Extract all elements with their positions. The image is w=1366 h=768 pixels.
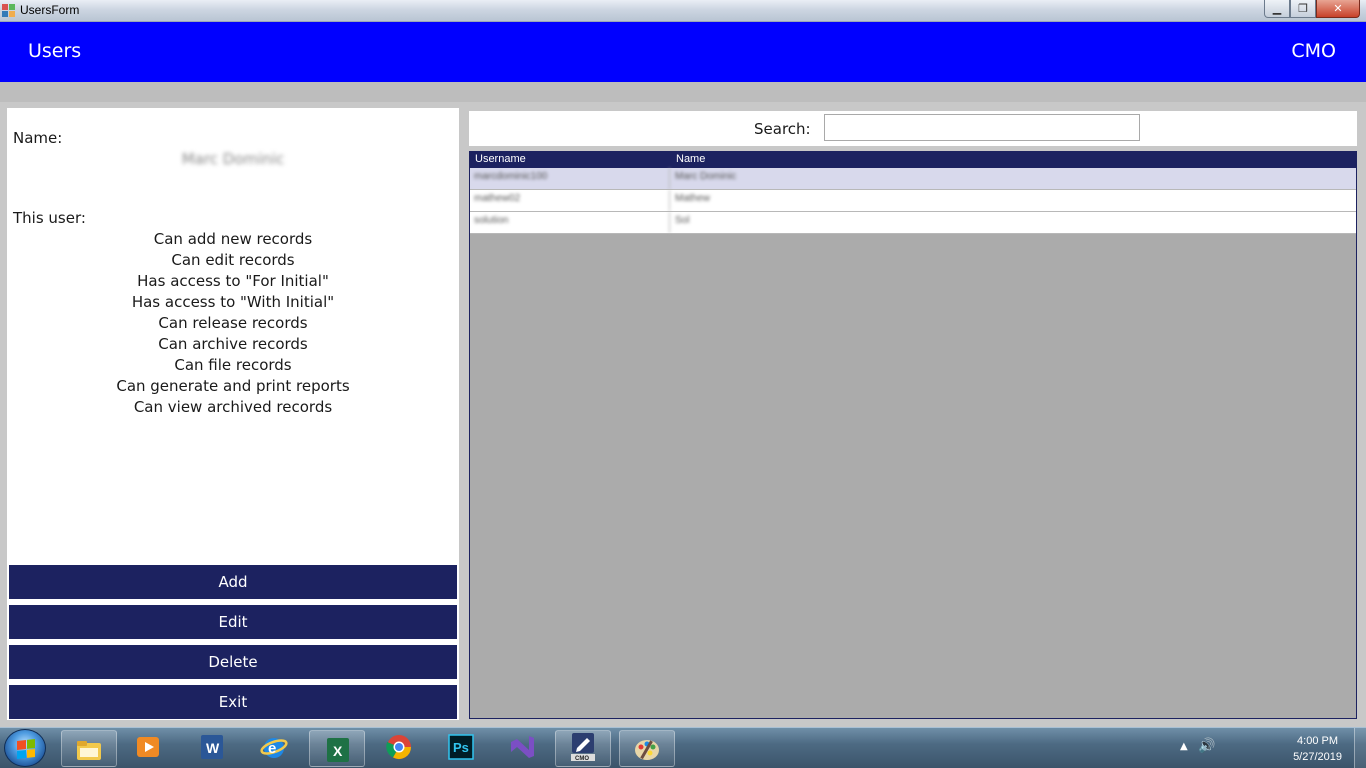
window-title: UsersForm [20, 3, 80, 17]
name-label: Name: [13, 129, 63, 147]
cmo-app-icon: CMO [569, 733, 597, 762]
close-button[interactable]: ✕ [1316, 0, 1360, 18]
cmo-app-label: CMO [575, 756, 589, 762]
cell-username: solution [470, 212, 670, 233]
page-title: Users [28, 40, 82, 62]
word-icon[interactable]: W [198, 734, 226, 760]
permission-item: Can edit records [171, 251, 295, 269]
clock-time: 4:00 PM [1297, 735, 1339, 747]
permission-item: Can generate and print reports [116, 377, 350, 395]
taskbar-file-explorer[interactable] [61, 730, 117, 767]
media-player-icon[interactable] [134, 734, 162, 760]
cell-name: Marc Dominic [675, 171, 737, 182]
folder-icon [75, 737, 103, 763]
grid-header: Username Name [470, 152, 1356, 168]
permission-item: Can file records [174, 356, 292, 374]
permissions-list: Can add new records Can edit records Has… [7, 229, 459, 418]
show-desktop-button[interactable] [1354, 728, 1366, 768]
search-bar: Search: [469, 111, 1357, 146]
paint-icon [633, 737, 661, 763]
edit-button[interactable]: Edit [9, 605, 457, 639]
maximize-button[interactable]: ❐ [1290, 0, 1316, 18]
cell-name: Mathew [675, 193, 711, 204]
permission-item: Can release records [158, 314, 308, 332]
taskbar: W e X Ps CMO ▲ 🔊 4:00 PM 5/27/2019 [0, 727, 1366, 768]
search-label: Search: [754, 120, 811, 138]
name-value: Marc Dominic [181, 150, 285, 168]
cell-username: marcdominic100 [470, 168, 670, 189]
show-hidden-icons-icon[interactable]: ▲ [1180, 741, 1188, 752]
taskbar-excel[interactable]: X [309, 730, 365, 767]
internet-explorer-icon[interactable]: e [260, 734, 288, 760]
system-tray: ▲ 🔊 4:00 PM 5/27/2019 [1176, 728, 1366, 768]
cell-name: Sol [675, 215, 690, 226]
permission-item: Has access to "With Initial" [131, 293, 335, 311]
delete-button[interactable]: Delete [9, 645, 457, 679]
permission-item: Can view archived records [133, 398, 333, 416]
visual-studio-icon[interactable] [508, 734, 536, 760]
permission-item: Can add new records [153, 230, 313, 248]
taskbar-cmo-app[interactable]: CMO [555, 730, 611, 767]
window-title-bar[interactable]: UsersForm ▁ ❐ ✕ [0, 0, 1366, 22]
excel-label: X [333, 743, 343, 759]
add-button[interactable]: Add [9, 565, 457, 599]
permission-item: Can archive records [158, 335, 308, 353]
excel-icon: X [324, 737, 352, 763]
this-user-label: This user: [13, 209, 86, 227]
org-label: CMO [1291, 40, 1336, 62]
clock[interactable]: 4:00 PM 5/27/2019 [1293, 733, 1342, 765]
app-header: Users CMO [0, 22, 1366, 82]
search-input[interactable] [824, 114, 1140, 141]
svg-text:e: e [268, 740, 276, 757]
exit-button[interactable]: Exit [9, 685, 457, 719]
volume-icon[interactable]: 🔊 [1198, 738, 1215, 754]
photoshop-icon[interactable]: Ps [447, 734, 475, 760]
taskbar-paint[interactable] [619, 730, 675, 767]
app-icon [2, 4, 15, 17]
photoshop-label: Ps [453, 740, 469, 755]
column-header-name[interactable]: Name [676, 153, 705, 165]
table-row[interactable]: marcdominic100 Marc Dominic [470, 168, 1356, 190]
windows-logo-icon [17, 739, 35, 759]
user-details-panel: Name: Marc Dominic This user: Can add ne… [7, 108, 459, 720]
word-label: W [206, 740, 220, 756]
permission-item: Has access to "For Initial" [137, 272, 329, 290]
clock-date: 5/27/2019 [1293, 751, 1342, 763]
table-row[interactable]: mathew02 Mathew [470, 190, 1356, 212]
header-divider [0, 82, 1366, 102]
minimize-button[interactable]: ▁ [1264, 0, 1290, 18]
users-grid[interactable]: Username Name marcdominic100 Marc Domini… [469, 151, 1357, 719]
table-row[interactable]: solution Sol [470, 212, 1356, 234]
column-header-username[interactable]: Username [475, 153, 526, 165]
chrome-icon[interactable] [385, 734, 413, 760]
cell-username: mathew02 [470, 190, 670, 211]
start-button[interactable] [4, 729, 46, 767]
